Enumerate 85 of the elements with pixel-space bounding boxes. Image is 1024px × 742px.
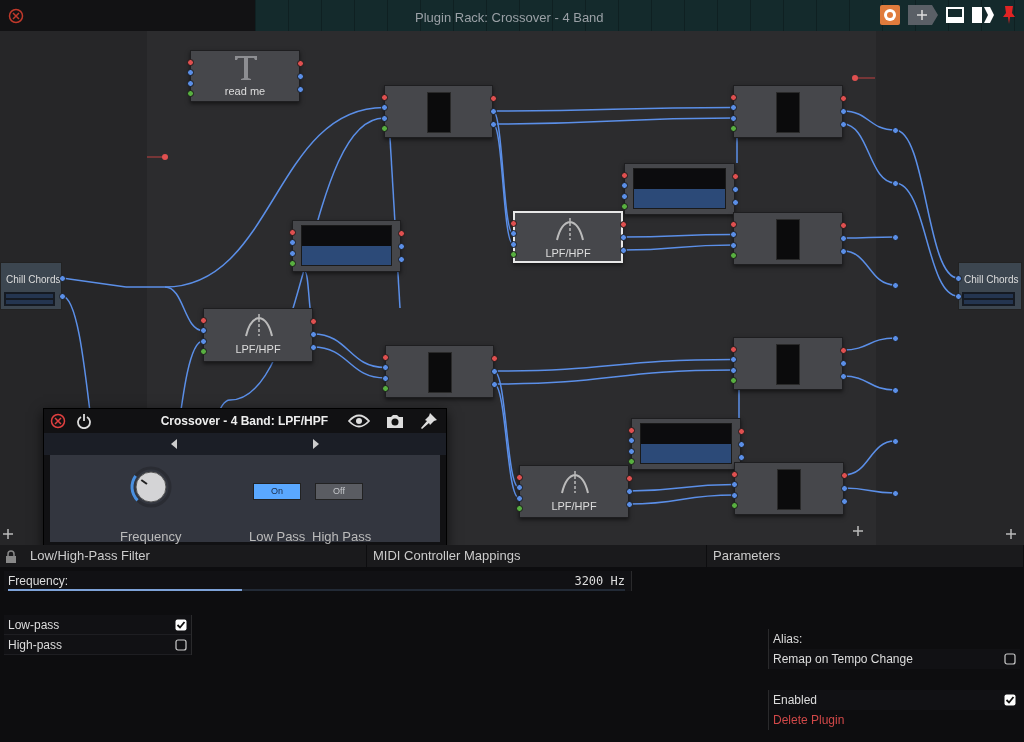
- window-title: Crossover - 4 Band: LPF/HPF: [160, 413, 328, 430]
- input-port[interactable]: [954, 274, 962, 282]
- slider-reading: 3200 Hz: [574, 573, 625, 590]
- filter-node[interactable]: LPF/HPF: [513, 211, 623, 263]
- add-icon[interactable]: [2, 528, 14, 540]
- level-meter: [4, 292, 55, 306]
- plugin-node[interactable]: [385, 345, 494, 398]
- input-port[interactable]: [954, 292, 962, 300]
- checkbox-label: High-pass: [8, 636, 63, 654]
- node-label: Chill Chords: [6, 273, 61, 287]
- checkbox[interactable]: [1004, 694, 1016, 706]
- display-panel: [776, 344, 800, 385]
- node-label: LPF/HPF: [234, 342, 282, 357]
- wire-junction[interactable]: [891, 281, 899, 289]
- io-node[interactable]: Chill Chords: [0, 262, 62, 310]
- plugin-node[interactable]: [384, 85, 493, 138]
- checkbox[interactable]: [175, 638, 187, 651]
- panel-icon[interactable]: [946, 7, 964, 23]
- pin-icon[interactable]: [420, 412, 438, 430]
- display-panel: [428, 352, 452, 393]
- option-label: Remap on Tempo Change: [773, 651, 913, 668]
- checkbox[interactable]: [175, 618, 187, 631]
- io-node[interactable]: Chill Chords: [958, 262, 1022, 310]
- node-label: LPF/HPF: [544, 246, 592, 261]
- plugin-node[interactable]: [733, 85, 843, 138]
- power-icon[interactable]: [76, 413, 92, 429]
- meter-node[interactable]: [631, 418, 741, 470]
- node-label: LPF/HPF: [550, 499, 598, 514]
- wire-junction[interactable]: [891, 489, 899, 497]
- add-icon[interactable]: [1005, 528, 1017, 540]
- expand-icon[interactable]: [972, 7, 994, 23]
- wire-junction[interactable]: [891, 386, 899, 394]
- slider-label: Frequency:: [8, 573, 69, 590]
- wire-junction[interactable]: [891, 179, 899, 187]
- node-label: read me: [223, 84, 267, 99]
- checkbox[interactable]: [1004, 653, 1016, 665]
- wire-junction[interactable]: [891, 126, 899, 134]
- output-port[interactable]: [58, 274, 66, 282]
- knob-label: Frequency: [120, 528, 182, 545]
- display-panel: [777, 469, 801, 510]
- camera-icon[interactable]: [386, 413, 404, 429]
- option-label: Enabled: [773, 692, 818, 709]
- filter-curve-icon: [560, 470, 590, 494]
- toggle-button[interactable]: On: [253, 483, 301, 500]
- close-icon[interactable]: [8, 7, 24, 24]
- plugin-node[interactable]: [733, 337, 843, 390]
- display-panel: [776, 92, 800, 133]
- next-icon[interactable]: [313, 439, 319, 449]
- toggle-button[interactable]: Off: [315, 483, 363, 500]
- lock-icon: [6, 549, 16, 563]
- display-panel: [427, 92, 451, 133]
- knob-icon[interactable]: [880, 5, 900, 25]
- text-node[interactable]: read me: [190, 50, 300, 102]
- filter-curve-icon: [555, 217, 585, 241]
- toggle-label: Low Pass: [249, 528, 306, 545]
- wire-junction[interactable]: [891, 233, 899, 241]
- previous-icon[interactable]: [171, 439, 177, 449]
- meter-node[interactable]: [624, 163, 735, 215]
- window-title: Plugin Rack: Crossover - 4 Band: [415, 9, 604, 27]
- filter-node[interactable]: LPF/HPF: [519, 465, 629, 518]
- close-icon[interactable]: [50, 413, 66, 429]
- wire-junction[interactable]: [891, 334, 899, 342]
- text-icon: [234, 55, 258, 81]
- delete-plugin-link[interactable]: Delete Plugin: [768, 710, 1020, 730]
- wire-junction[interactable]: [891, 437, 899, 445]
- connection-wire: [738, 389, 740, 419]
- connection-wire: [736, 137, 738, 164]
- output-port[interactable]: [58, 292, 66, 300]
- level-meter: [962, 292, 1015, 306]
- plugin-node[interactable]: [733, 212, 843, 265]
- plugin-node[interactable]: [734, 462, 844, 515]
- display-panel: [776, 219, 800, 260]
- eye-icon[interactable]: [348, 414, 370, 428]
- toggle-label: High Pass: [312, 528, 372, 545]
- node-label: Chill Chords: [964, 273, 1019, 287]
- filter-node[interactable]: LPF/HPF: [203, 308, 313, 362]
- filter-curve-icon: [244, 313, 274, 337]
- meter-node[interactable]: [292, 220, 401, 272]
- checkbox-label: Low-pass: [8, 616, 60, 634]
- add-icon[interactable]: [852, 525, 864, 537]
- stray-wire-drawing: [146, 154, 168, 160]
- stray-wire-drawing: [852, 75, 876, 81]
- parameter-slider[interactable]: Frequency: 3200 Hz: [4, 571, 632, 591]
- frequency-knob[interactable]: [129, 465, 173, 509]
- add-icon[interactable]: [908, 5, 938, 25]
